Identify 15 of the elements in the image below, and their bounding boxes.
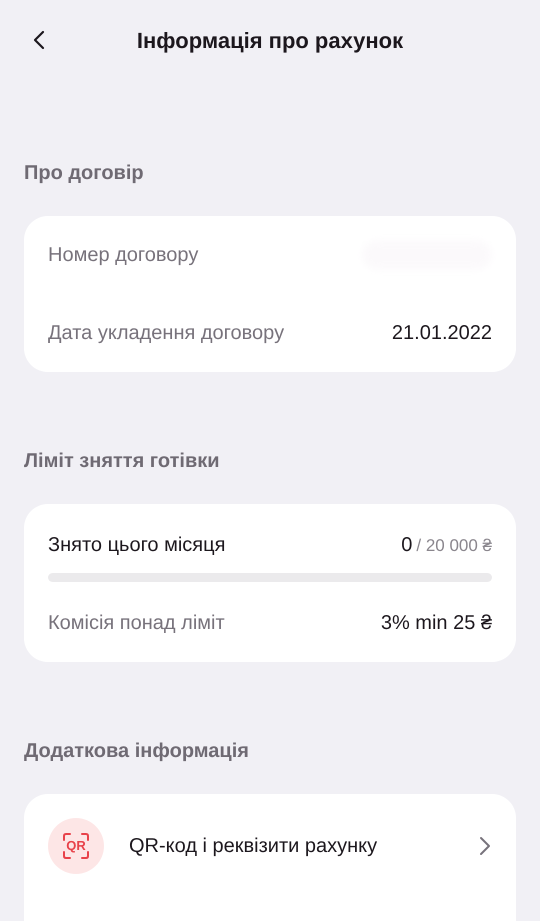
screen-title: Інформація про рахунок (136, 26, 404, 55)
limit-total: / 20 000 ₴ (416, 535, 492, 557)
qr-icon: QR (48, 818, 104, 874)
field-label: Комісія понад ліміт (48, 611, 225, 636)
withdrawn-amount: 0 (401, 533, 412, 558)
field-value: 21.01.2022 (392, 321, 492, 346)
field-label: Дата укладення договору (48, 321, 284, 346)
field-value: 3% min 25 ₴ (380, 611, 492, 636)
section-heading: Ліміт зняття готівки (23, 449, 221, 474)
list-item[interactable]: QR QR-код і реквізити рахунку (48, 818, 492, 874)
section-heading: Додаткова інформація (23, 739, 250, 764)
field-label: Номер договору (48, 243, 198, 268)
chevron-icon (478, 835, 492, 857)
field-label: Знято цього місяця (48, 533, 226, 558)
section-heading: Про договір (23, 161, 145, 186)
